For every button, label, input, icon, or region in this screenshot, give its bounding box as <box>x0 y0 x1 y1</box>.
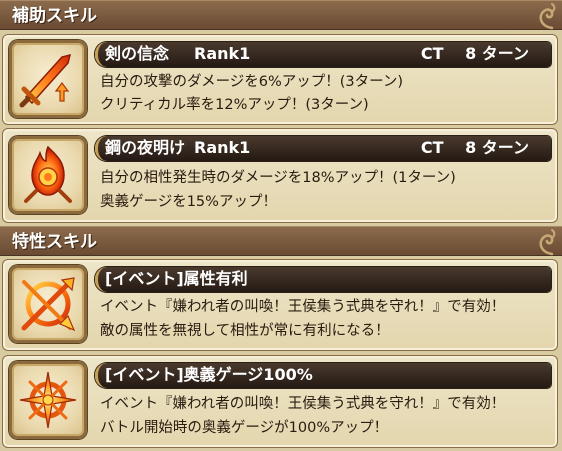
swirl-ornament-icon <box>539 229 556 256</box>
trait-title-bar: [イベント]属性有利 <box>95 267 551 292</box>
trait-description-line: 敵の属性を無視して相性が常に有利になる！ <box>100 323 390 339</box>
skill-cooldown: CT 8 ターン <box>420 44 529 63</box>
compass-star-icon <box>19 371 77 429</box>
skill-description-line: 自分の相性発生時のダメージを18%アップ！(1ターン) <box>100 170 456 186</box>
skill-description-line: クリティカル率を12%アップ！(3ターン) <box>100 97 369 113</box>
trait-icon-frame <box>9 361 87 439</box>
trait-card-element-advantage[interactable]: [イベント]属性有利 イベント『嫌われ者の叫喚！王侯集う式典を守れ！』で有効！ … <box>2 259 558 351</box>
trait-description-line: イベント『嫌われ者の叫喚！王侯集う式典を守れ！』で有効！ <box>100 299 506 315</box>
skill-rank: Rank1 <box>194 44 251 63</box>
trait-skills-header: 特性スキル <box>0 226 562 256</box>
skill-title-bar: 鋼の夜明け Rank1 CT 8 ターン <box>95 136 551 161</box>
skill-rank: Rank1 <box>194 138 251 157</box>
flame-emblem-icon <box>24 145 72 203</box>
trait-description-line: イベント『嫌われ者の叫喚！王侯集う式典を守れ！』で有効！ <box>100 396 506 412</box>
flaming-sword-icon <box>19 53 72 108</box>
skill-name: 剣の信念 <box>105 44 170 63</box>
skill-cooldown: CT 8 ターン <box>420 138 529 157</box>
skill-card-sword-belief[interactable]: 剣の信念 Rank1 CT 8 ターン 自分の攻撃のダメージを6%アップ！(3タ… <box>2 34 558 125</box>
skill-description-line: 奥義ゲージを15%アップ！ <box>100 194 277 210</box>
skill-card-steel-dawn[interactable]: 鋼の夜明け Rank1 CT 8 ターン 自分の相性発生時のダメージを18%アッ… <box>2 128 558 223</box>
support-skills-header: 補助スキル <box>0 0 562 30</box>
trait-icon-frame <box>9 265 87 343</box>
support-skills-title: 補助スキル <box>12 6 97 26</box>
skill-icon-frame <box>9 136 87 214</box>
trait-card-ougi-gauge[interactable]: [イベント]奥義ゲージ100% イベント『嫌われ者の叫喚！王侯集う式典を守れ！』… <box>2 355 558 448</box>
trait-name: [イベント]属性有利 <box>105 269 248 288</box>
skill-title-bar: 剣の信念 Rank1 CT 8 ターン <box>95 42 551 67</box>
trait-skills-title: 特性スキル <box>12 232 97 252</box>
trait-description-line: バトル開始時の奥義ゲージが100%アップ！ <box>100 420 389 436</box>
crossed-arrows-icon <box>21 277 76 332</box>
skill-name: 鋼の夜明け <box>105 138 186 157</box>
swirl-ornament-icon <box>539 3 556 30</box>
trait-name: [イベント]奥義ゲージ100% <box>105 365 313 384</box>
skill-icon-frame <box>9 40 87 118</box>
trait-title-bar: [イベント]奥義ゲージ100% <box>95 363 551 388</box>
skill-description-line: 自分の攻撃のダメージを6%アップ！(3ターン) <box>100 74 404 90</box>
